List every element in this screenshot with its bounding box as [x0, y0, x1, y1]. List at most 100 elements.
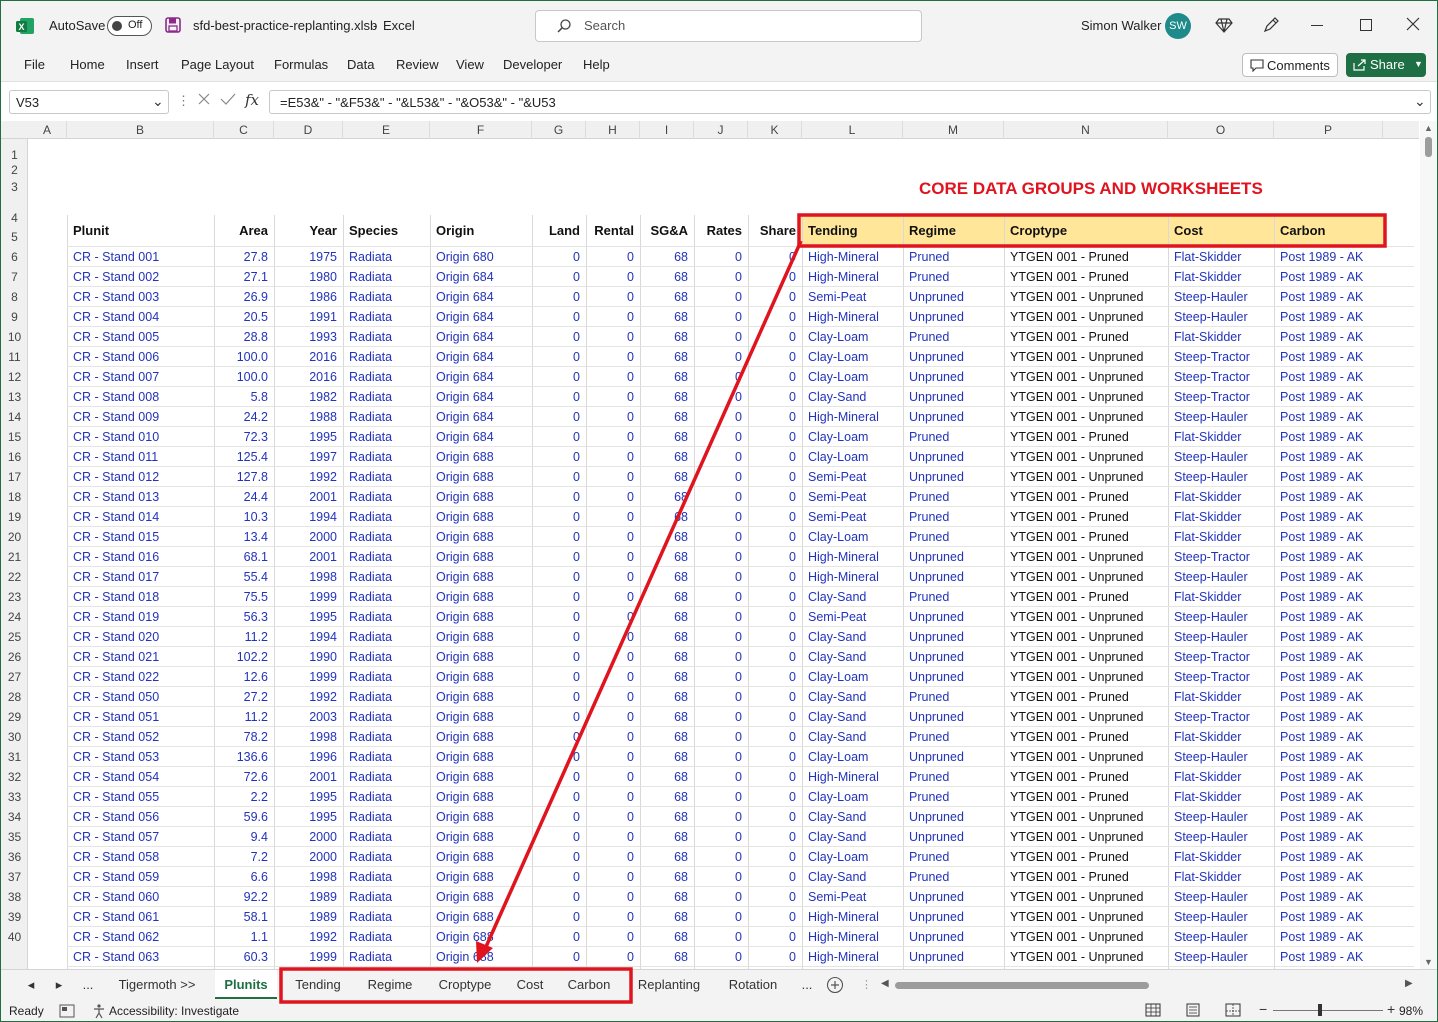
- table-cell[interactable]: Clay-Sand: [808, 627, 897, 647]
- table-cell[interactable]: 58.1: [220, 907, 268, 927]
- table-cell[interactable]: 0: [700, 487, 742, 507]
- row-header-23[interactable]: 23: [1, 587, 28, 607]
- table-cell[interactable]: CR - Stand 012: [73, 467, 208, 487]
- table-cell[interactable]: 0: [700, 527, 742, 547]
- table-cell[interactable]: High-Mineral: [808, 567, 897, 587]
- table-cell[interactable]: 0: [538, 327, 580, 347]
- table-cell[interactable]: 0: [700, 407, 742, 427]
- table-cell[interactable]: 0: [700, 627, 742, 647]
- table-cell[interactable]: YTGEN 001 - Unpruned: [1010, 287, 1162, 307]
- column-header-c[interactable]: C: [214, 121, 274, 139]
- row-header-12[interactable]: 12: [1, 367, 28, 387]
- table-cell[interactable]: 5.8: [220, 387, 268, 407]
- table-cell[interactable]: Post 1989 - AK: [1280, 867, 1377, 887]
- table-cell[interactable]: Clay-Loam: [808, 427, 897, 447]
- table-cell[interactable]: 2001: [280, 547, 337, 567]
- tab-splitter-icon[interactable]: ⋮: [861, 978, 872, 991]
- table-cell[interactable]: YTGEN 001 - Unpruned: [1010, 927, 1162, 947]
- table-cell[interactable]: High-Mineral: [808, 247, 897, 267]
- table-cell[interactable]: Radiata: [349, 687, 424, 707]
- table-cell[interactable]: CR - Stand 002: [73, 267, 208, 287]
- table-cell[interactable]: 0: [754, 867, 796, 887]
- table-cell[interactable]: 0: [592, 287, 634, 307]
- table-cell[interactable]: 0: [592, 607, 634, 627]
- row-header-19[interactable]: 19: [1, 507, 28, 527]
- table-cell[interactable]: Radiata: [349, 467, 424, 487]
- table-cell[interactable]: Origin 688: [436, 627, 526, 647]
- table-cell[interactable]: 0: [538, 627, 580, 647]
- table-cell[interactable]: 0: [592, 347, 634, 367]
- table-cell[interactable]: 1999: [280, 587, 337, 607]
- table-cell[interactable]: 0: [700, 507, 742, 527]
- table-cell[interactable]: 1990: [280, 647, 337, 667]
- table-cell[interactable]: High-Mineral: [808, 947, 897, 967]
- table-cell[interactable]: 0: [592, 587, 634, 607]
- scroll-thumb[interactable]: [1425, 137, 1432, 157]
- table-cell[interactable]: CR - Stand 054: [73, 767, 208, 787]
- hscroll-left-icon[interactable]: ◀: [881, 978, 889, 989]
- table-cell[interactable]: YTGEN 001 - Pruned: [1010, 587, 1162, 607]
- table-cell[interactable]: 0: [700, 907, 742, 927]
- table-cell[interactable]: YTGEN 001 - Pruned: [1010, 327, 1162, 347]
- table-cell[interactable]: 0: [592, 407, 634, 427]
- table-cell[interactable]: 100.0: [220, 367, 268, 387]
- table-cell[interactable]: 0: [592, 747, 634, 767]
- table-cell[interactable]: Unpruned: [909, 667, 998, 687]
- table-cell[interactable]: CR - Stand 017: [73, 567, 208, 587]
- table-cell[interactable]: YTGEN 001 - Pruned: [1010, 267, 1162, 287]
- table-cell[interactable]: Flat-Skidder: [1174, 267, 1268, 287]
- table-cell[interactable]: Radiata: [349, 607, 424, 627]
- table-cell[interactable]: Steep-Hauler: [1174, 627, 1268, 647]
- table-cell[interactable]: 0: [700, 927, 742, 947]
- table-cell[interactable]: Radiata: [349, 547, 424, 567]
- table-cell[interactable]: YTGEN 001 - Unpruned: [1010, 627, 1162, 647]
- share-button[interactable]: Share ▼: [1346, 53, 1426, 77]
- table-cell[interactable]: 0: [538, 887, 580, 907]
- page-layout-view-icon[interactable]: [1185, 1003, 1201, 1020]
- table-cell[interactable]: Origin 684: [436, 387, 526, 407]
- table-cell[interactable]: Origin 688: [436, 527, 526, 547]
- row-header-5[interactable]: 5: [1, 227, 28, 247]
- table-cell[interactable]: 0: [538, 387, 580, 407]
- table-cell[interactable]: Radiata: [349, 307, 424, 327]
- cancel-entry-icon[interactable]: [197, 92, 211, 109]
- row-header-30[interactable]: 30: [1, 727, 28, 747]
- table-cell[interactable]: Radiata: [349, 887, 424, 907]
- table-cell[interactable]: 0: [754, 927, 796, 947]
- table-cell[interactable]: Post 1989 - AK: [1280, 707, 1377, 727]
- table-cell[interactable]: Steep-Hauler: [1174, 567, 1268, 587]
- tab-scroll-right-icon[interactable]: ▸: [51, 970, 67, 1000]
- table-cell[interactable]: 12.6: [220, 667, 268, 687]
- table-cell[interactable]: 0: [538, 287, 580, 307]
- table-cell[interactable]: 1989: [280, 887, 337, 907]
- table-cell[interactable]: Steep-Hauler: [1174, 447, 1268, 467]
- tab-rotation[interactable]: Rotation: [715, 970, 791, 1000]
- table-cell[interactable]: Pruned: [909, 247, 998, 267]
- table-cell[interactable]: 0: [700, 447, 742, 467]
- table-cell[interactable]: Clay-Sand: [808, 707, 897, 727]
- table-cell[interactable]: Post 1989 - AK: [1280, 407, 1377, 427]
- table-cell[interactable]: CR - Stand 007: [73, 367, 208, 387]
- table-cell[interactable]: CR - Stand 059: [73, 867, 208, 887]
- table-cell[interactable]: Flat-Skidder: [1174, 867, 1268, 887]
- tab-cost[interactable]: Cost: [507, 970, 553, 1000]
- table-cell[interactable]: Origin 688: [436, 547, 526, 567]
- table-cell[interactable]: High-Mineral: [808, 267, 897, 287]
- table-header-species[interactable]: Species: [349, 221, 424, 241]
- table-header-origin[interactable]: Origin: [436, 221, 526, 241]
- table-cell[interactable]: Radiata: [349, 647, 424, 667]
- table-cell[interactable]: YTGEN 001 - Unpruned: [1010, 907, 1162, 927]
- table-cell[interactable]: 68: [646, 627, 688, 647]
- table-cell[interactable]: Post 1989 - AK: [1280, 487, 1377, 507]
- table-cell[interactable]: 0: [700, 887, 742, 907]
- tab-regime[interactable]: Regime: [357, 970, 423, 1000]
- table-cell[interactable]: Clay-Loam: [808, 447, 897, 467]
- table-cell[interactable]: 68: [646, 367, 688, 387]
- table-cell[interactable]: Origin 688: [436, 487, 526, 507]
- table-cell[interactable]: 0: [538, 787, 580, 807]
- table-cell[interactable]: 0: [538, 567, 580, 587]
- table-cell[interactable]: 72.3: [220, 427, 268, 447]
- row-header-8[interactable]: 8: [1, 287, 28, 307]
- table-cell[interactable]: Origin 684: [436, 407, 526, 427]
- table-cell[interactable]: Clay-Loam: [808, 347, 897, 367]
